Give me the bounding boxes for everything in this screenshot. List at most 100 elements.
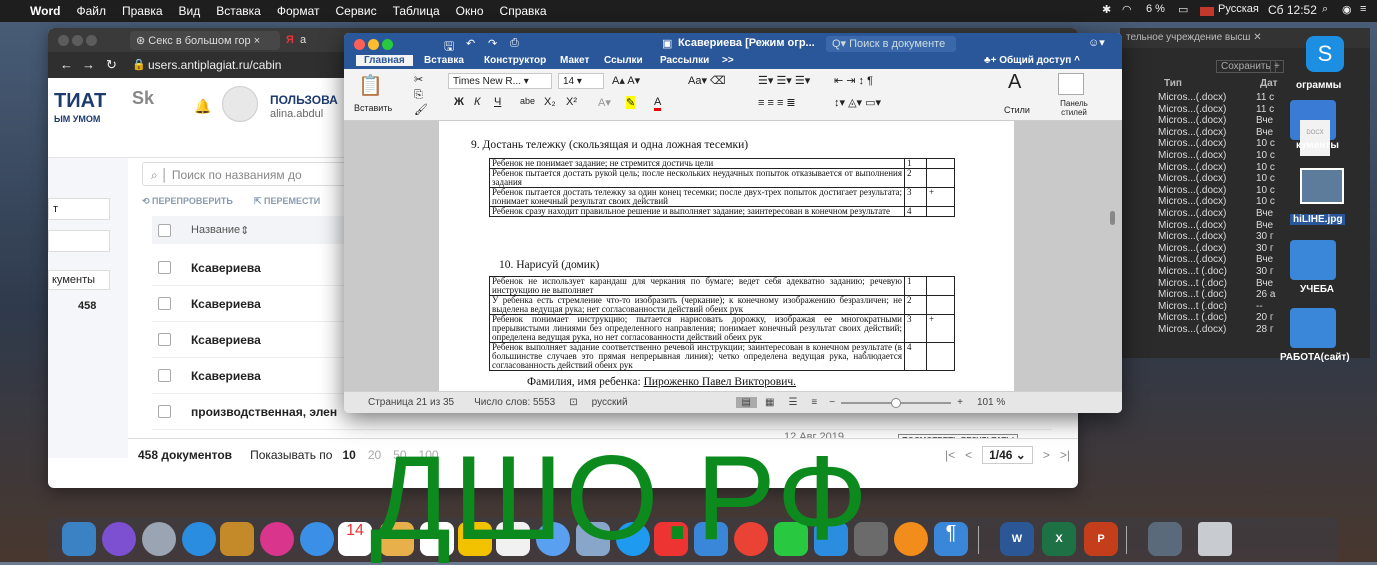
- row-title[interactable]: Ксавериева: [191, 369, 261, 383]
- photo-thumbnail-icon[interactable]: [1300, 168, 1344, 204]
- page-selector[interactable]: 1/46 ⌄: [982, 445, 1033, 464]
- font-name-select[interactable]: Times New R... ▾: [448, 73, 552, 89]
- finder-row[interactable]: Micros...(.docx) 11 с: [1158, 92, 1274, 103]
- page-size-10[interactable]: 10: [342, 448, 355, 462]
- menu-item-help[interactable]: Справка: [500, 4, 547, 18]
- row-checkbox[interactable]: [158, 333, 171, 346]
- clock[interactable]: Сб 12:52: [1268, 3, 1317, 17]
- paste-icon[interactable]: 📋: [358, 73, 383, 98]
- font-color-icon[interactable]: A: [654, 96, 662, 111]
- criterion-text[interactable]: Ребенок выполняет задание соответственно…: [489, 342, 905, 371]
- score-cell[interactable]: 1: [904, 276, 927, 296]
- menu-app-name[interactable]: Word: [30, 4, 60, 18]
- redo-icon[interactable]: ↷: [488, 37, 497, 50]
- back-icon[interactable]: ←: [60, 57, 73, 72]
- criterion-text[interactable]: Ребенок не понимает задание; не стремитс…: [489, 158, 905, 169]
- siri-icon[interactable]: ◉: [1342, 3, 1352, 16]
- next-page-icon[interactable]: >: [1043, 448, 1050, 462]
- minimize-window-button[interactable]: [72, 35, 84, 46]
- finder-row[interactable]: Micros...t (.doc) Вче: [1158, 278, 1273, 289]
- left-field[interactable]: [48, 230, 110, 252]
- copy-icon[interactable]: ⎘: [414, 89, 423, 102]
- score-cell[interactable]: 3: [904, 314, 927, 343]
- draft-icon[interactable]: ≡: [811, 397, 817, 408]
- criterion-text[interactable]: Ребенок пытается достать рукой цель; пос…: [489, 168, 905, 188]
- desktop-label-docs[interactable]: кументы: [1296, 140, 1339, 151]
- criterion-text[interactable]: У ребенка есть стремление что-то изобраз…: [489, 295, 905, 315]
- notes-app-icon[interactable]: [220, 522, 254, 556]
- finder-row[interactable]: Micros...t (.doc) 26 а: [1158, 289, 1275, 300]
- downloads-stack-icon[interactable]: [1148, 522, 1182, 556]
- styles-pane-icon[interactable]: [1058, 73, 1084, 95]
- logo-text[interactable]: ТИАТ: [54, 90, 106, 113]
- document-page[interactable]: 9. Достань тележку (скользящая и одна ло…: [439, 121, 1014, 391]
- row-title[interactable]: производственная, элен: [191, 405, 337, 419]
- tab-insert[interactable]: Вставка: [424, 55, 464, 66]
- recheck-button[interactable]: ⟲ ПЕРЕПРОВЕРИТЬ: [142, 196, 233, 207]
- mark-cell[interactable]: [926, 168, 955, 188]
- strikethrough-button[interactable]: abe: [520, 96, 535, 106]
- close-window-button[interactable]: [58, 35, 69, 46]
- mark-cell[interactable]: +: [926, 314, 955, 343]
- browser-tab[interactable]: ⊛ Секс в большом гор ×: [130, 31, 280, 50]
- language[interactable]: русский: [592, 397, 628, 408]
- menu-item-format[interactable]: Формат: [277, 4, 320, 18]
- column-header-type[interactable]: Тип: [1164, 78, 1182, 89]
- prev-page-icon[interactable]: <: [965, 448, 972, 462]
- finder-row[interactable]: Micros...(.docx) 10 с: [1158, 138, 1275, 149]
- finder-row[interactable]: Micros...(.docx) 11 с: [1158, 104, 1274, 115]
- menu-item-file[interactable]: Файл: [76, 4, 106, 18]
- row-checkbox[interactable]: [158, 297, 171, 310]
- desktop-label-ucheba[interactable]: УЧЕБА: [1300, 284, 1334, 295]
- move-button[interactable]: ⇱ ПЕРЕМЕСТИ: [254, 196, 320, 207]
- tab-more[interactable]: >>: [722, 55, 734, 66]
- finder-row[interactable]: Micros...(.docx) Вче: [1158, 115, 1273, 126]
- mark-cell[interactable]: [926, 276, 955, 296]
- left-item-t[interactable]: т: [48, 198, 110, 220]
- finder-row[interactable]: Micros...t (.doc) --: [1158, 301, 1263, 312]
- desktop-label-programs[interactable]: ограммы: [1296, 80, 1341, 91]
- folder-icon[interactable]: [1290, 308, 1336, 348]
- grow-font-icon[interactable]: A▴ A▾: [612, 74, 640, 87]
- folder-icon[interactable]: [1290, 240, 1336, 280]
- subscript-button[interactable]: X₂: [544, 96, 556, 108]
- add-button[interactable]: +: [1270, 60, 1284, 73]
- desktop-label-rabota[interactable]: РАБОТА(сайт): [1280, 352, 1350, 363]
- tab-layout[interactable]: Макет: [560, 55, 589, 66]
- score-cell[interactable]: 1: [904, 158, 927, 169]
- finder-row[interactable]: Micros...(.docx) 30 г: [1158, 231, 1274, 242]
- row-checkbox[interactable]: [158, 261, 171, 274]
- finder-row[interactable]: Micros...(.docx) 10 с: [1158, 162, 1275, 173]
- row-checkbox[interactable]: [158, 369, 171, 382]
- finder-row[interactable]: Micros...(.docx) 30 г: [1158, 243, 1274, 254]
- print-layout-icon[interactable]: ▤: [735, 397, 757, 408]
- music-icon[interactable]: [260, 522, 294, 556]
- books-icon[interactable]: [894, 522, 928, 556]
- finder-row[interactable]: Micros...(.docx) 10 с: [1158, 185, 1275, 196]
- wifi-icon[interactable]: ◠: [1122, 3, 1132, 16]
- url-field[interactable]: users.antiplagiat.ru/cabin: [148, 58, 281, 72]
- menu-item-tools[interactable]: Сервис: [335, 4, 376, 18]
- battery-percent[interactable]: 6 %: [1146, 3, 1165, 15]
- finder-row[interactable]: Micros...t (.doc) 30 г: [1158, 266, 1274, 277]
- proofing-icon[interactable]: ⊡: [569, 397, 577, 408]
- finder-row[interactable]: Micros...(.docx) 28 г: [1158, 324, 1274, 335]
- mark-cell[interactable]: +: [926, 187, 955, 207]
- powerpoint-icon[interactable]: P: [1084, 522, 1118, 556]
- excel-icon[interactable]: X: [1042, 522, 1076, 556]
- row-title[interactable]: Ксавериева: [191, 261, 261, 275]
- calendar-icon[interactable]: 14: [338, 522, 372, 556]
- launchpad-icon[interactable]: [142, 522, 176, 556]
- document-search-input[interactable]: Q▾ Поиск в документе: [826, 36, 956, 52]
- finder-row[interactable]: Micros...(.docx) 10 с: [1158, 173, 1275, 184]
- tab-references[interactable]: Ссылки: [604, 55, 643, 66]
- save-button[interactable]: Сохранить: [1216, 60, 1276, 73]
- zoom-out-icon[interactable]: −: [829, 397, 835, 408]
- bell-icon[interactable]: 🔔: [194, 98, 211, 115]
- menu-item-view[interactable]: Вид: [179, 4, 201, 18]
- format-painter-icon[interactable]: 🖌: [414, 103, 428, 116]
- styles-button[interactable]: Стили: [1004, 105, 1030, 115]
- criterion-text[interactable]: Ребенок понимает инструкцию; пытается на…: [489, 314, 905, 343]
- avatar[interactable]: [222, 86, 258, 122]
- column-header-date[interactable]: Дат: [1260, 78, 1278, 89]
